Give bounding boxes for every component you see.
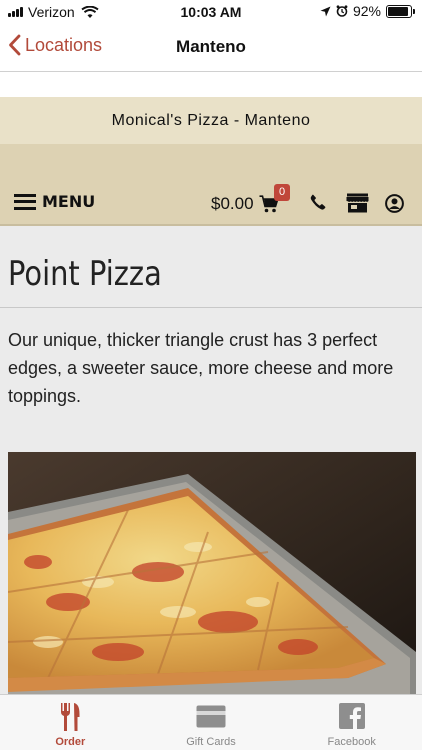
- status-right: 92%: [320, 3, 415, 19]
- cart-count-badge: 0: [274, 184, 290, 201]
- nav-title: Manteno: [176, 37, 246, 56]
- fork-knife-icon: [61, 703, 80, 731]
- gift-card-icon: [196, 705, 226, 728]
- tab-facebook[interactable]: Facebook: [281, 695, 422, 750]
- battery-icon: [386, 4, 415, 18]
- nav-bar: Locations Manteno: [0, 24, 422, 72]
- tab-facebook-label: Facebook: [327, 736, 376, 748]
- tab-gift-cards-label: Gift Cards: [186, 736, 236, 748]
- account-icon[interactable]: [385, 194, 404, 213]
- product-title: Point Pizza: [8, 254, 162, 294]
- toolbar: MENU $0.00 0: [0, 144, 422, 226]
- product-description: Our unique, thicker triangle crust has 3…: [8, 330, 394, 406]
- phone-icon[interactable]: [310, 194, 326, 210]
- store-icon[interactable]: [346, 193, 369, 213]
- product-content: Point Pizza Our unique, thicker triangle…: [0, 226, 422, 694]
- divider: [0, 307, 422, 308]
- status-bar: Verizon 10:03 AM 92%: [0, 0, 422, 24]
- cart-total[interactable]: $0.00: [211, 194, 254, 214]
- tab-bar: Order Gift Cards Facebook: [0, 694, 422, 750]
- menu-button[interactable]: MENU: [14, 192, 95, 211]
- hamburger-icon: [14, 193, 36, 210]
- store-banner: Monical's Pizza - Manteno: [0, 97, 422, 144]
- tab-gift-cards[interactable]: Gift Cards: [141, 695, 282, 750]
- battery-percent: 92%: [352, 3, 381, 19]
- facebook-icon: [338, 703, 365, 729]
- alarm-icon: [336, 5, 348, 17]
- tab-order[interactable]: Order: [0, 695, 141, 750]
- battery-fill: [388, 6, 409, 16]
- location-arrow-icon: [320, 6, 331, 16]
- pizza-image: [8, 452, 416, 694]
- tab-order-label: Order: [55, 736, 86, 748]
- menu-label: MENU: [42, 192, 96, 211]
